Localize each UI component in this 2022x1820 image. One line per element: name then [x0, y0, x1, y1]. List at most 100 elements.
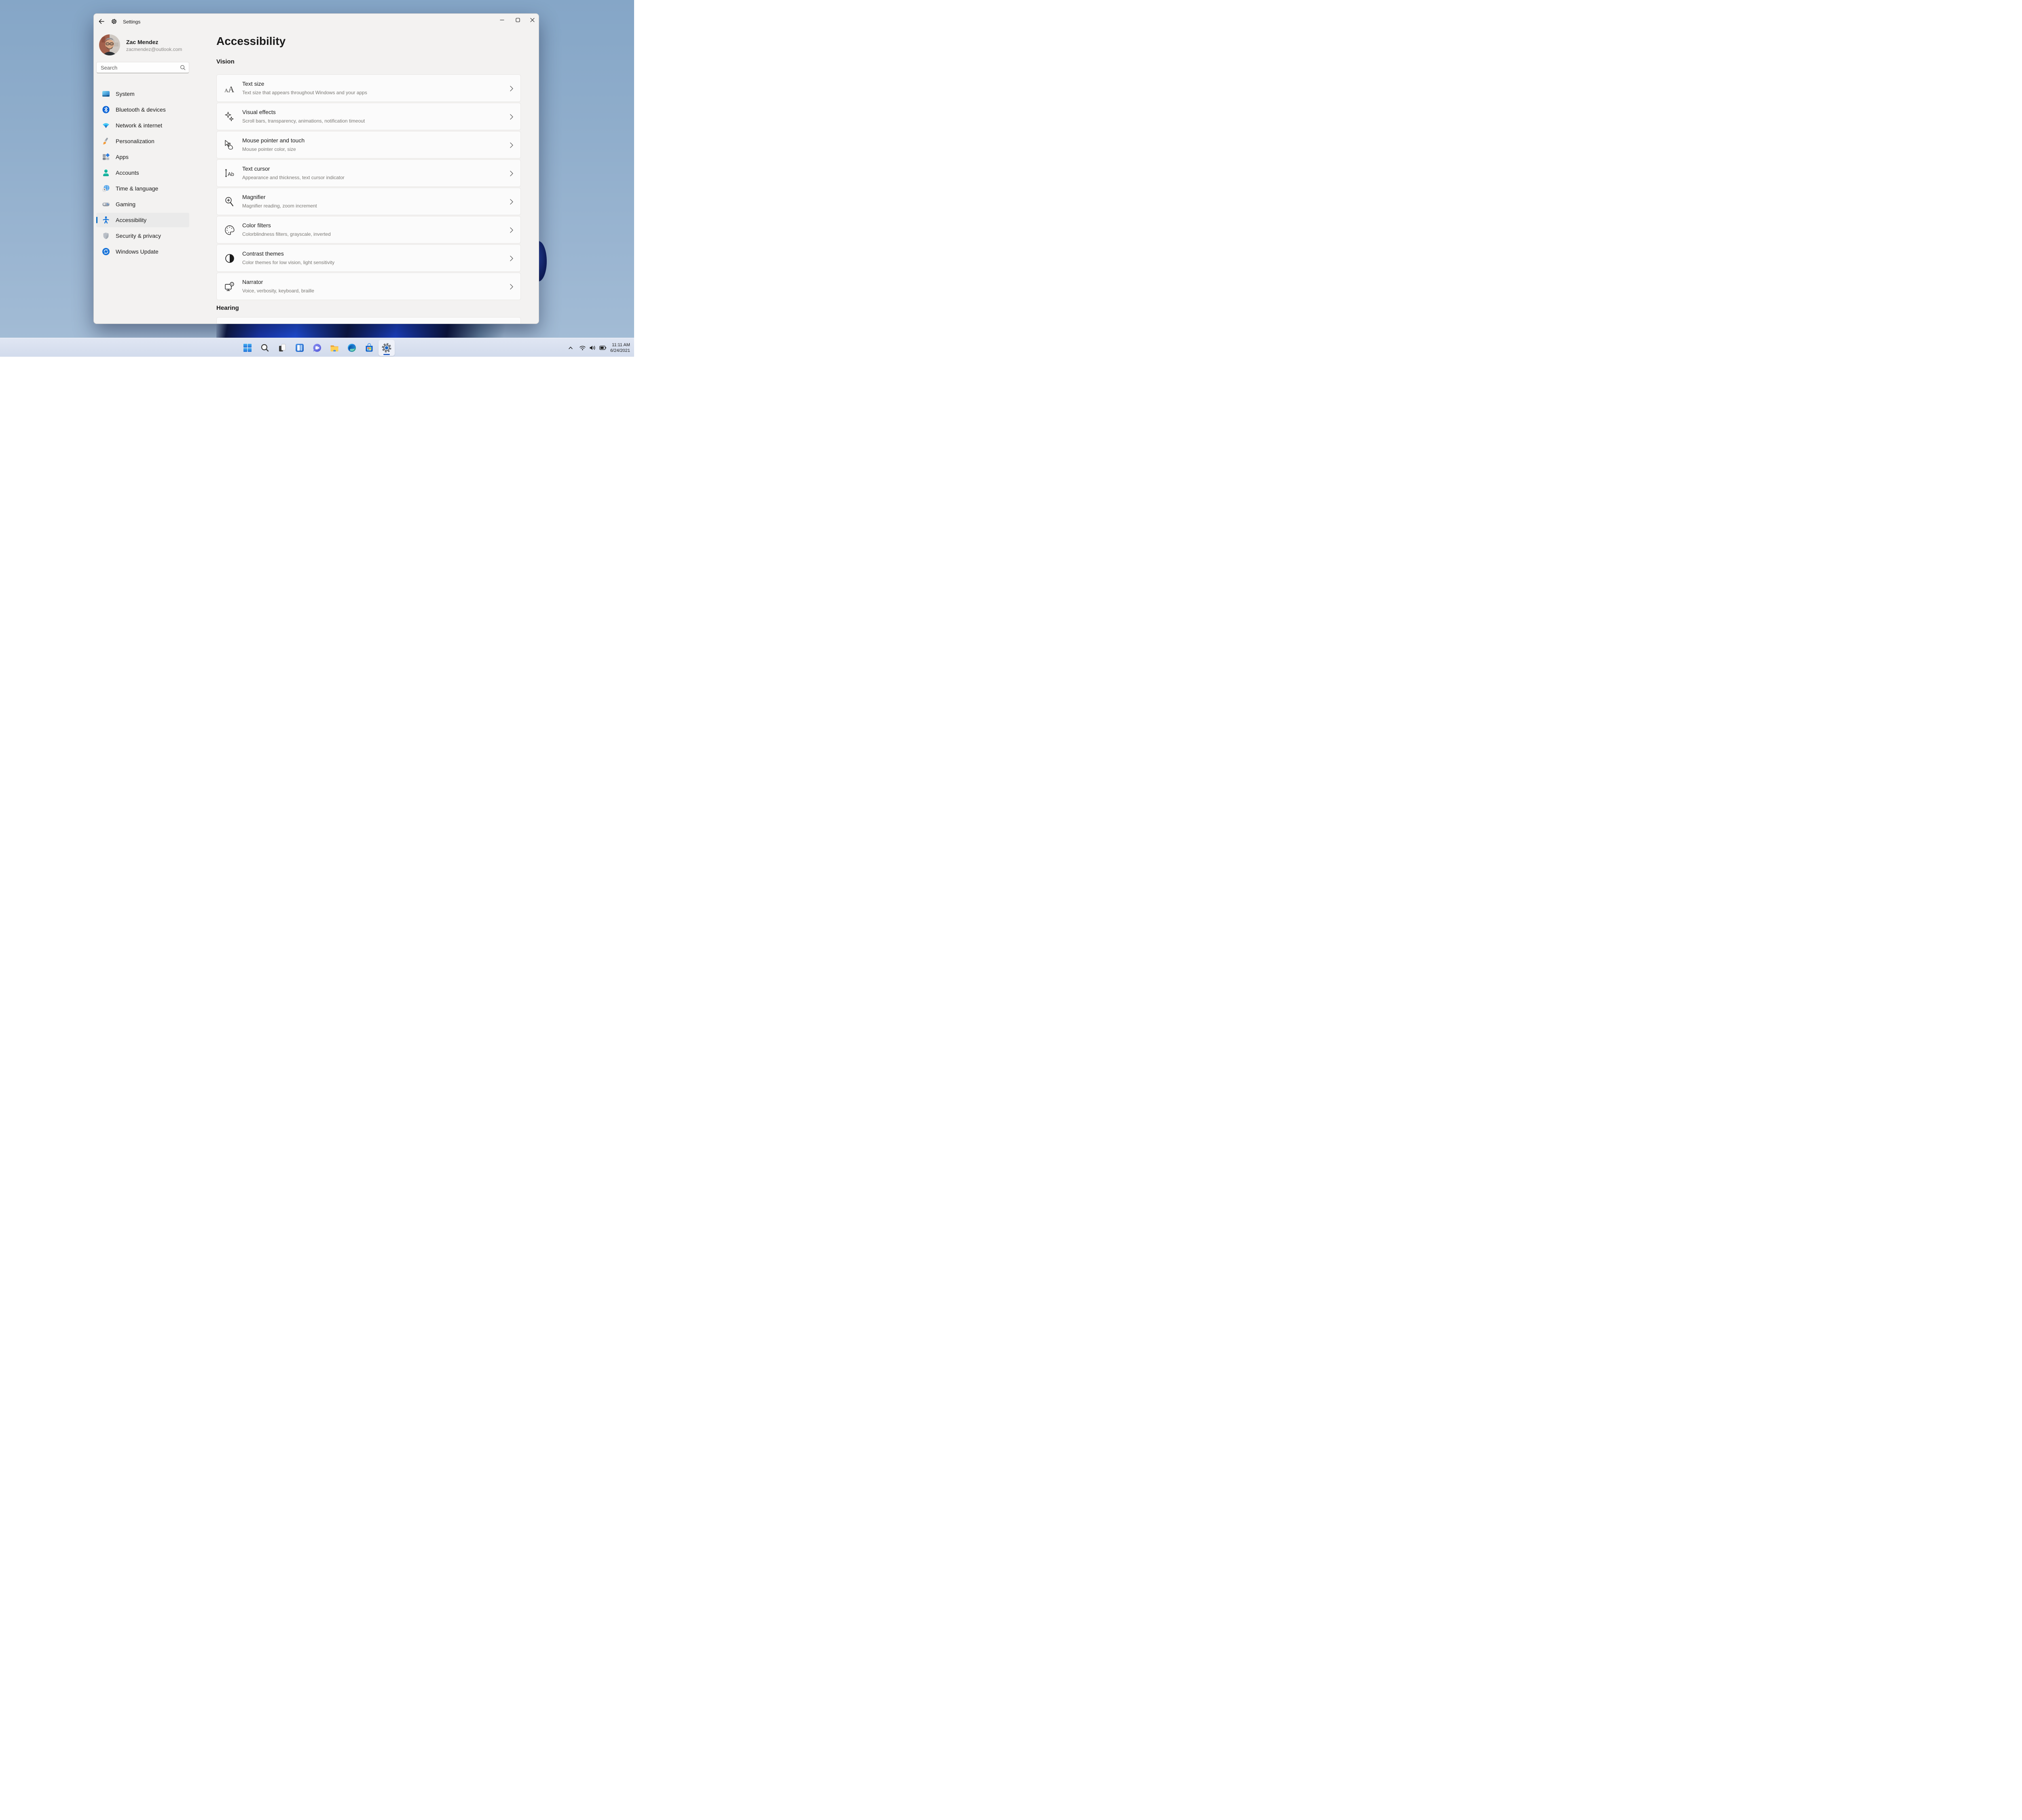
chevron-right-icon	[510, 114, 513, 120]
settings-gear-taskbar-icon	[382, 343, 391, 353]
card-text-cursor[interactable]: Ab Text cursor Appearance and thickness,…	[216, 159, 521, 187]
sidebar-item-personalization[interactable]: Personalization	[96, 134, 189, 148]
tray-status-icons[interactable]	[579, 345, 607, 351]
sidebar-item-bluetooth[interactable]: Bluetooth & devices	[96, 102, 189, 117]
microsoft-store-button[interactable]	[361, 340, 377, 356]
file-explorer-button[interactable]	[326, 340, 343, 356]
taskbar-search-icon	[261, 344, 269, 351]
maximize-button[interactable]	[511, 14, 525, 26]
color-filters-icon	[225, 225, 235, 235]
sidebar-item-label: Time & language	[116, 185, 159, 192]
narrator-icon	[225, 282, 234, 291]
contrast-themes-icon	[225, 254, 234, 263]
sidebar-item-label: Gaming	[116, 201, 136, 207]
taskbar-search-button[interactable]	[257, 340, 273, 356]
chevron-right-icon	[510, 284, 513, 290]
user-name: Zac Mendez	[126, 39, 159, 45]
sidebar-item-gaming[interactable]: Gaming	[96, 197, 189, 212]
settings-gear-icon	[111, 18, 117, 25]
search-input[interactable]	[101, 63, 176, 72]
sidebar-item-accessibility[interactable]: Accessibility	[96, 213, 189, 227]
svg-text:A: A	[228, 85, 235, 94]
chevron-right-icon	[510, 199, 513, 205]
chat-button[interactable]	[309, 340, 325, 356]
clock[interactable]: 11:11 AM 6/24/2021	[610, 342, 630, 353]
card-title: Text cursor	[242, 165, 270, 172]
widgets-button[interactable]	[292, 340, 308, 356]
tray-date: 6/24/2021	[610, 348, 630, 353]
sidebar-item-accounts[interactable]: Accounts	[96, 165, 189, 180]
settings-window: Settings Zac Mendez zacmendez@outlook.co…	[93, 13, 539, 324]
visual-effects-icon	[225, 112, 234, 121]
sidebar-item-apps[interactable]: Apps	[96, 150, 189, 164]
time-language-icon	[102, 185, 110, 192]
card-narrator[interactable]: Narrator Voice, verbosity, keyboard, bra…	[216, 273, 521, 300]
search-box	[96, 62, 189, 73]
minimize-icon	[500, 19, 504, 20]
card-visual-effects[interactable]: Visual effects Scroll bars, transparency…	[216, 103, 521, 130]
personalization-icon	[103, 138, 108, 144]
back-button[interactable]	[95, 16, 108, 27]
edge-button[interactable]	[344, 340, 360, 356]
card-subtitle: Scroll bars, transparency, animations, n…	[242, 118, 365, 124]
section-heading-hearing: Hearing	[216, 305, 239, 311]
avatar[interactable]	[99, 34, 120, 55]
chevron-up-icon	[569, 346, 573, 349]
card-title: Text size	[242, 80, 264, 87]
card-title: Visual effects	[242, 109, 276, 115]
volume-icon	[590, 345, 595, 350]
microsoft-store-icon	[366, 343, 373, 351]
search-icon[interactable]	[180, 65, 186, 70]
card-magnifier[interactable]: Magnifier Magnifier reading, zoom increm…	[216, 188, 521, 215]
sidebar-item-time-language[interactable]: Time & language	[96, 181, 189, 196]
maximize-icon	[515, 17, 520, 22]
card-title: Narrator	[242, 279, 263, 285]
selected-accent-bar	[96, 217, 97, 223]
text-cursor-icon: Ab	[225, 169, 234, 177]
card-subtitle: Appearance and thickness, text cursor in…	[242, 175, 345, 180]
file-explorer-icon	[330, 345, 338, 351]
card-subtitle: Voice, verbosity, keyboard, braille	[242, 288, 314, 294]
gaming-icon	[102, 202, 110, 206]
card-title: Mouse pointer and touch	[242, 137, 305, 144]
sidebar-item-system[interactable]: System	[96, 87, 189, 101]
sidebar-item-label: Accounts	[116, 169, 139, 176]
bluetooth-icon	[102, 106, 110, 113]
task-view-button[interactable]	[274, 340, 290, 356]
sidebar-item-windows-update[interactable]: Windows Update	[96, 244, 189, 259]
card-subtitle: Mouse pointer color, size	[242, 146, 296, 152]
card-text-size[interactable]: A A Text size Text size that appears thr…	[216, 74, 521, 102]
chevron-right-icon	[510, 171, 513, 176]
system-tray: 11:11 AM 6/24/2021	[566, 338, 630, 357]
card-contrast-themes[interactable]: Contrast themes Color themes for low vis…	[216, 244, 521, 272]
close-button[interactable]	[526, 14, 539, 26]
network-icon	[103, 123, 109, 128]
taskbar-icons	[239, 338, 395, 357]
settings-taskbar-button[interactable]	[379, 339, 395, 356]
card-subtitle: Magnifier reading, zoom increment	[242, 203, 317, 209]
sidebar-item-label: Windows Update	[116, 248, 159, 255]
chevron-right-icon	[510, 256, 513, 261]
chevron-right-icon	[510, 86, 513, 91]
card-color-filters[interactable]: Color filters Colorblindness filters, gr…	[216, 216, 521, 243]
card-title: Magnifier	[242, 194, 266, 200]
text-size-icon: A A	[224, 85, 235, 94]
chevron-right-icon	[510, 142, 513, 148]
chat-icon	[313, 343, 321, 352]
page-title: Accessibility	[216, 35, 286, 47]
minimize-button[interactable]	[495, 14, 509, 26]
start-button[interactable]	[239, 340, 256, 356]
sidebar-item-network[interactable]: Network & internet	[96, 118, 189, 133]
sidebar-item-security[interactable]: Security & privacy	[96, 229, 189, 243]
sidebar-item-label: System	[116, 91, 135, 97]
hidden-icons-button[interactable]	[566, 341, 575, 354]
card-mouse-pointer[interactable]: Mouse pointer and touch Mouse pointer co…	[216, 131, 521, 159]
svg-text:Ab: Ab	[228, 171, 234, 177]
card-partial-hearing[interactable]	[216, 317, 521, 324]
taskbar: 11:11 AM 6/24/2021	[0, 338, 634, 357]
apps-icon	[103, 153, 110, 160]
sidebar-item-label: Bluetooth & devices	[116, 106, 166, 113]
card-subtitle: Color themes for low vision, light sensi…	[242, 260, 335, 265]
sidebar: System Bluetooth & devices Network & int…	[96, 87, 189, 260]
sidebar-item-label: Network & internet	[116, 122, 163, 129]
